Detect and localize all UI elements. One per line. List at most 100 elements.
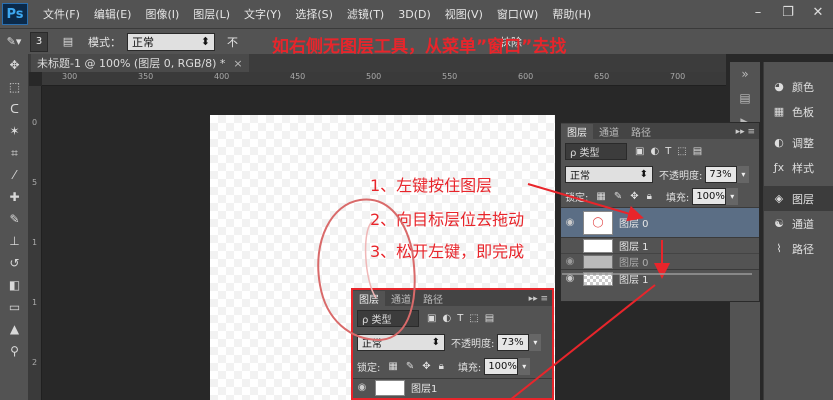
fill-input[interactable]: 100% bbox=[692, 187, 727, 205]
lock-paint-icon[interactable]: ✎ bbox=[406, 361, 414, 372]
lock-move-icon[interactable]: ✥ bbox=[630, 191, 638, 202]
ruler-top: 300 350 400 450 500 550 600 650 700 bbox=[42, 72, 726, 86]
stamp-tool-icon[interactable]: ⊥ bbox=[0, 230, 29, 252]
close-button[interactable]: ✕ bbox=[803, 0, 833, 24]
menu-layer[interactable]: 图层(L) bbox=[186, 6, 237, 22]
mode-select[interactable]: 正常 ⬍ bbox=[127, 32, 215, 51]
layer-row[interactable]: ◉ 图层1 bbox=[353, 378, 552, 396]
brush-panel-icon[interactable]: ▤ bbox=[58, 33, 78, 51]
dodge-tool-icon[interactable]: ⚲ bbox=[0, 340, 29, 362]
minimize-button[interactable]: – bbox=[743, 0, 773, 24]
layer-row[interactable]: 图层 1 bbox=[561, 237, 759, 253]
menu-type[interactable]: 文字(Y) bbox=[237, 6, 288, 22]
lasso-tool-icon[interactable]: ᑕ bbox=[0, 98, 29, 120]
shape-filter-icon[interactable]: ⬚ bbox=[469, 313, 478, 324]
ruler-mark: 350 bbox=[138, 72, 154, 81]
mode-value: 正常 bbox=[132, 35, 154, 49]
history-brush-icon[interactable]: ↺ bbox=[0, 252, 29, 274]
menu-image[interactable]: 图像(I) bbox=[138, 6, 186, 22]
layer-thumbnail bbox=[583, 271, 613, 286]
panel-menu-icon[interactable]: ▸▸ ≡ bbox=[736, 124, 759, 139]
dock-swatches[interactable]: ▦ 色板 bbox=[764, 99, 833, 124]
tab-paths[interactable]: 路径 bbox=[625, 124, 657, 139]
healing-brush-icon[interactable]: ✚ bbox=[0, 186, 29, 208]
history-icon[interactable]: ▤ bbox=[730, 86, 760, 110]
menu-window[interactable]: 窗口(W) bbox=[490, 6, 545, 22]
crop-tool-icon[interactable]: ⌗ bbox=[0, 142, 29, 164]
menu-edit[interactable]: 编辑(E) bbox=[87, 6, 139, 22]
text-filter-icon[interactable]: T bbox=[457, 313, 463, 324]
eye-icon[interactable]: ◉ bbox=[561, 217, 579, 228]
lock-all-icon[interactable]: 🔒︎ bbox=[647, 191, 652, 202]
ps-logo: Ps bbox=[2, 3, 28, 25]
close-icon[interactable]: × bbox=[233, 57, 242, 70]
ruler-mark: 0 bbox=[32, 118, 38, 127]
eye-icon[interactable]: ◉ bbox=[353, 382, 371, 393]
tab-layers[interactable]: 图层 bbox=[353, 291, 385, 306]
tab-paths[interactable]: 路径 bbox=[417, 291, 449, 306]
dock-label: 颜色 bbox=[792, 80, 814, 94]
lock-pixels-icon[interactable]: ▦ bbox=[596, 191, 605, 202]
filter-icons: ▣ ◐ T ⬚ ▤ bbox=[427, 313, 494, 324]
brush-tool-icon[interactable]: ✎▾ bbox=[4, 33, 24, 51]
dock-paths[interactable]: ⌇ 路径 bbox=[764, 236, 833, 261]
text-filter-icon[interactable]: T bbox=[665, 146, 671, 157]
fill-label: 填充: bbox=[665, 192, 690, 204]
layers-panel-zoom: 图层 通道 路径 ▸▸ ≡ ρ 类型 ▣ ◐ T ⬚ ▤ 正常 ⬍ 不透明度: … bbox=[351, 288, 554, 400]
menu-help[interactable]: 帮助(H) bbox=[545, 6, 598, 22]
layer-filter-select[interactable]: ρ 类型 bbox=[565, 142, 627, 160]
restore-button[interactable]: ❐ bbox=[773, 0, 803, 24]
layer-row[interactable]: ◉ ◯ 图层 0 bbox=[561, 207, 759, 237]
dock-styles[interactable]: ƒx 样式 bbox=[764, 155, 833, 180]
blend-mode-select[interactable]: 正常 ⬍ bbox=[357, 333, 445, 351]
magic-wand-icon[interactable]: ✶ bbox=[0, 120, 29, 142]
brush-size-picker[interactable]: 3 bbox=[30, 31, 48, 52]
fill-input[interactable]: 100% bbox=[484, 357, 519, 375]
marquee-tool-icon[interactable]: ⬚ bbox=[0, 76, 29, 98]
shape-filter-icon[interactable]: ⬚ bbox=[677, 146, 686, 157]
menu-filter[interactable]: 滤镜(T) bbox=[340, 6, 391, 22]
lock-pixels-icon[interactable]: ▦ bbox=[388, 361, 397, 372]
image-filter-icon[interactable]: ▣ bbox=[635, 146, 644, 157]
menu-view[interactable]: 视图(V) bbox=[438, 6, 490, 22]
adjust-filter-icon[interactable]: ◐ bbox=[650, 146, 659, 157]
ruler-mark: 500 bbox=[366, 72, 382, 81]
adjust-filter-icon[interactable]: ◐ bbox=[442, 313, 451, 324]
menu-select[interactable]: 选择(S) bbox=[288, 6, 340, 22]
smart-filter-icon[interactable]: ▤ bbox=[485, 313, 494, 324]
gradient-tool-icon[interactable]: ▭ bbox=[0, 296, 29, 318]
collapse-icon[interactable]: » bbox=[730, 62, 760, 86]
eyedropper-icon[interactable]: ⁄ bbox=[0, 164, 29, 186]
lock-paint-icon[interactable]: ✎ bbox=[614, 191, 622, 202]
opacity-input[interactable]: 73% bbox=[497, 333, 530, 351]
opacity-input[interactable]: 73% bbox=[705, 165, 738, 183]
layer-row[interactable]: ◉ 图层 1 bbox=[561, 269, 759, 287]
blend-mode-select[interactable]: 正常 ⬍ bbox=[565, 165, 653, 183]
chevron-down-icon[interactable]: ▾ bbox=[726, 187, 739, 205]
tab-channels[interactable]: 通道 bbox=[593, 124, 625, 139]
tab-channels[interactable]: 通道 bbox=[385, 291, 417, 306]
eraser-tool-icon[interactable]: ◧ bbox=[0, 274, 29, 296]
dock-adjustments[interactable]: ◐ 调整 bbox=[764, 130, 833, 155]
blur-tool-icon[interactable]: ▲ bbox=[0, 318, 29, 340]
dock-layers[interactable]: ◈ 图层 bbox=[764, 186, 833, 211]
menu-3d[interactable]: 3D(D) bbox=[391, 8, 438, 21]
chevron-down-icon[interactable]: ▾ bbox=[529, 333, 542, 351]
document-tab[interactable]: 未标题-1 @ 100% (图层 0, RGB/8) * × bbox=[31, 54, 249, 72]
lock-move-icon[interactable]: ✥ bbox=[422, 361, 430, 372]
dock-color[interactable]: ◕ 颜色 bbox=[764, 74, 833, 99]
image-filter-icon[interactable]: ▣ bbox=[427, 313, 436, 324]
eye-icon[interactable]: ◉ bbox=[561, 273, 579, 284]
smart-filter-icon[interactable]: ▤ bbox=[693, 146, 702, 157]
chevron-down-icon[interactable]: ▾ bbox=[737, 165, 750, 183]
brush-tool-icon[interactable]: ✎ bbox=[0, 208, 29, 230]
layer-filter-select[interactable]: ρ 类型 bbox=[357, 309, 419, 327]
panel-menu-icon[interactable]: ▸▸ ≡ bbox=[529, 291, 552, 306]
layer-name: 图层 0 bbox=[619, 258, 649, 269]
chevron-down-icon[interactable]: ▾ bbox=[518, 357, 531, 375]
menu-file[interactable]: 文件(F) bbox=[36, 6, 87, 22]
dock-channels[interactable]: ☯ 通道 bbox=[764, 211, 833, 236]
lock-all-icon[interactable]: 🔒︎ bbox=[439, 361, 444, 372]
tab-layers[interactable]: 图层 bbox=[561, 124, 593, 139]
move-tool-icon[interactable]: ✥ bbox=[0, 54, 29, 76]
